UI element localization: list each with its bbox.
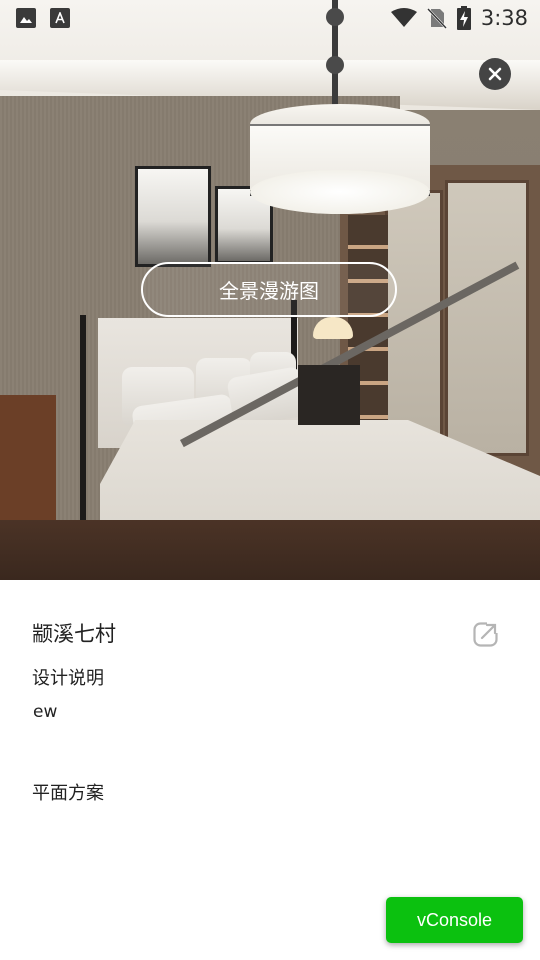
nightstand <box>298 365 360 425</box>
chandelier <box>250 104 430 214</box>
vconsole-label: vConsole <box>416 909 493 930</box>
close-icon <box>488 67 502 81</box>
floor-plan-label: 平面方案 <box>32 783 104 804</box>
desk <box>0 395 56 525</box>
battery-charging-icon <box>456 6 471 30</box>
design-notes-text: ew <box>33 702 58 722</box>
panorama-tour-label: 全景漫游图 <box>219 279 319 303</box>
clock: 3:38 <box>480 6 528 30</box>
panorama-tour-button[interactable]: 全景漫游图 <box>141 262 397 317</box>
floor <box>0 520 540 580</box>
vconsole-button[interactable]: vConsole <box>386 897 523 943</box>
status-bar: 3:38 <box>0 0 540 36</box>
no-sim-icon <box>426 8 447 29</box>
design-notes-label: 设计说明 <box>32 668 104 689</box>
font-icon <box>50 8 70 28</box>
project-title: 颛溪七村 <box>32 622 116 646</box>
share-icon[interactable] <box>472 620 500 648</box>
wifi-icon <box>390 8 417 27</box>
close-button[interactable] <box>479 58 511 90</box>
image-icon <box>16 8 36 28</box>
wall-art <box>135 166 211 267</box>
